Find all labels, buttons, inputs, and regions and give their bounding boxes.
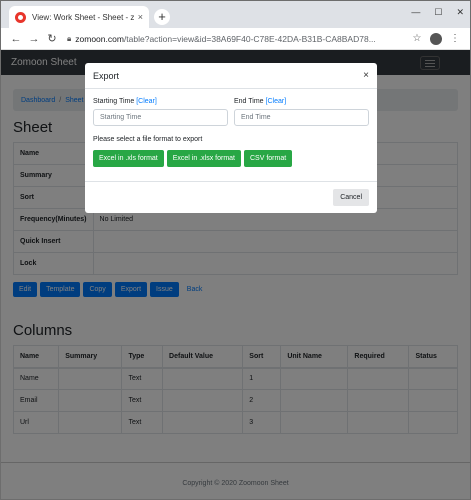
end-time-input[interactable]: End Time [234,109,369,126]
page: Zomoon Sheet Dashboard / Sheet Sheet Nam… [1,50,470,499]
profile-avatar-icon[interactable] [430,32,442,45]
export-xls-button[interactable]: Excel in .xls format [93,150,164,167]
browser-tab[interactable]: View: Work Sheet - Sheet - zo × [9,6,149,28]
export-xlsx-button[interactable]: Excel in .xlsx format [166,150,241,167]
minimize-icon[interactable]: — [411,7,420,18]
export-csv-button[interactable]: CSV format [244,150,293,167]
menu-kebab-icon[interactable]: ⋮ [446,33,464,44]
tab-strip: View: Work Sheet - Sheet - zo × + — ☐ ✕ [1,1,470,28]
end-time-clear-link[interactable]: [Clear] [266,98,287,105]
window-close-icon[interactable]: ✕ [456,7,464,18]
forward-arrow-icon[interactable]: → [25,33,43,45]
start-time-input[interactable]: Starting Time [93,109,228,126]
modal-footer: Cancel [85,181,377,213]
url-domain: zomoon.com [75,33,124,44]
end-time-label-text: End Time [234,98,264,105]
modal-body: Starting Time [Clear] Starting Time End … [85,89,377,167]
start-time-label: Starting Time [Clear] [93,98,228,105]
browser-window: View: Work Sheet - Sheet - zo × + — ☐ ✕ … [0,0,471,500]
format-buttons: Excel in .xls format Excel in .xlsx form… [93,150,369,167]
address-bar[interactable]: 🔒︎ zomoon.com/table?action=view&id=38A69… [67,31,402,47]
maximize-icon[interactable]: ☐ [434,7,442,18]
start-time-group: Starting Time [Clear] Starting Time [93,98,228,126]
cancel-button[interactable]: Cancel [333,189,369,206]
back-arrow-icon[interactable]: ← [7,33,25,45]
lock-icon: 🔒︎ [67,33,72,43]
end-time-label: End Time [Clear] [234,98,369,105]
favicon-icon [15,11,26,23]
end-time-group: End Time [Clear] End Time [234,98,369,126]
modal-title: Export [93,70,120,81]
modal-close-icon[interactable]: × [363,70,369,81]
reload-icon[interactable]: ↻ [43,32,61,45]
tab-title: View: Work Sheet - Sheet - zo [32,12,134,22]
window-controls: — ☐ ✕ [411,7,464,18]
tab-close-icon[interactable]: × [138,12,143,22]
start-time-clear-link[interactable]: [Clear] [136,98,157,105]
export-modal: Export × Starting Time [Clear] Starting … [85,63,377,213]
modal-header: Export × [85,63,377,89]
star-icon[interactable]: ☆ [408,33,426,44]
format-instruction: Please select a file format to export [93,136,203,143]
time-fields: Starting Time [Clear] Starting Time End … [93,98,369,126]
browser-toolbar: ← → ↻ 🔒︎ zomoon.com/table?action=view&id… [1,28,470,50]
url-path: /table?action=view&id=38A69F40-C78E-42DA… [123,33,376,44]
new-tab-button[interactable]: + [154,9,170,25]
start-time-label-text: Starting Time [93,98,135,105]
